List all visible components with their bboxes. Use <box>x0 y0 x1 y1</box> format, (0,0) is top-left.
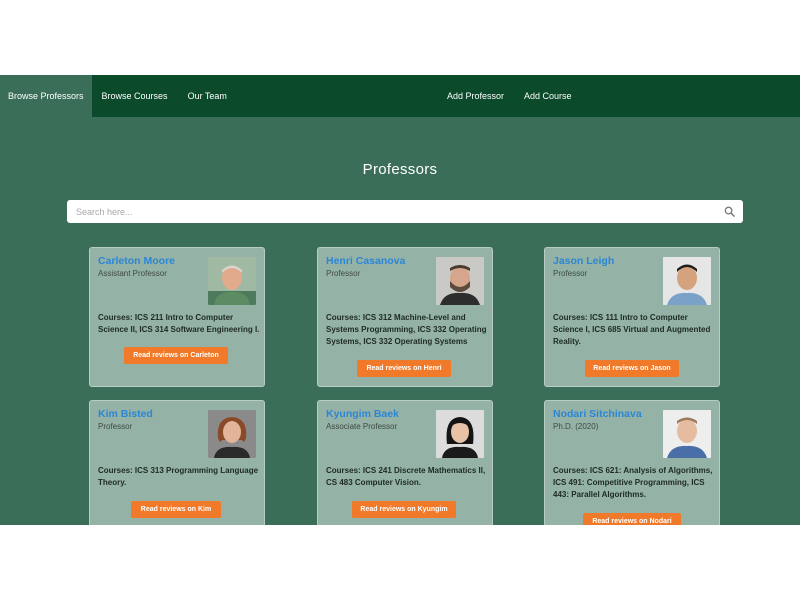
nav-browse-professors[interactable]: Browse Professors <box>0 75 92 117</box>
professor-courses: Courses: ICS 313 Programming Language Th… <box>98 466 259 487</box>
nav-right-group: Add Professor Add Course <box>437 75 582 117</box>
professor-title: Associate Professor <box>326 422 398 431</box>
nav-browse-courses[interactable]: Browse Courses <box>92 75 178 117</box>
read-reviews-button[interactable]: Read reviews on Jason <box>585 360 679 377</box>
professor-courses: Courses: ICS 621: Analysis of Algorithms… <box>553 466 713 499</box>
professor-card: Carleton Moore Assistant Professor Cours… <box>89 247 265 387</box>
read-reviews-button[interactable]: Read reviews on Kyungim <box>352 501 456 518</box>
professor-card: Jason Leigh Professor Courses: ICS 111 I… <box>544 247 720 387</box>
professor-avatar <box>436 410 484 458</box>
professor-card: Henri Casanova Professor Courses: ICS 31… <box>317 247 493 387</box>
professor-title: Professor <box>98 422 133 431</box>
professor-avatar <box>436 257 484 305</box>
page-title: Professors <box>362 161 438 178</box>
professor-avatar <box>663 410 711 458</box>
professor-courses: Courses: ICS 111 Intro to Computer Scien… <box>553 313 711 346</box>
professor-name-link[interactable]: Nodari Sitchinava <box>553 408 642 420</box>
professor-title: Professor <box>326 269 361 278</box>
top-navbar: Browse Professors Browse Courses Our Tea… <box>0 75 800 117</box>
professor-title: Assistant Professor <box>98 269 167 278</box>
professor-name-link[interactable]: Kim Bisted <box>98 408 153 420</box>
search-bar <box>67 200 743 223</box>
professor-avatar <box>208 410 256 458</box>
read-reviews-button[interactable]: Read reviews on Henri <box>357 360 451 377</box>
professor-courses: Courses: ICS 211 Intro to Computer Scien… <box>98 313 260 334</box>
search-icon[interactable] <box>724 206 735 217</box>
nav-add-professor[interactable]: Add Professor <box>437 75 514 117</box>
professor-avatar <box>663 257 711 305</box>
read-reviews-button[interactable]: Read reviews on Kim <box>131 501 221 518</box>
professor-card: Nodari Sitchinava Ph.D. (2020) Courses: … <box>544 400 720 525</box>
professor-name-link[interactable]: Kyungim Baek <box>326 408 399 420</box>
professor-name-link[interactable]: Carleton Moore <box>98 255 175 267</box>
professor-avatar <box>208 257 256 305</box>
professor-title: Professor <box>553 269 588 278</box>
search-input[interactable] <box>67 200 707 223</box>
professor-courses: Courses: ICS 241 Discrete Mathematics II… <box>326 466 486 487</box>
professor-card: Kim Bisted Professor Courses: ICS 313 Pr… <box>89 400 265 525</box>
read-reviews-button[interactable]: Read reviews on Nodari <box>583 513 681 525</box>
read-reviews-button[interactable]: Read reviews on Carleton <box>124 347 228 364</box>
nav-our-team[interactable]: Our Team <box>178 75 237 117</box>
nav-add-course[interactable]: Add Course <box>514 75 582 117</box>
professor-name-link[interactable]: Jason Leigh <box>553 255 614 267</box>
professor-card: Kyungim Baek Associate Professor Courses… <box>317 400 493 525</box>
professor-courses: Courses: ICS 312 Machine-Level and Syste… <box>326 313 487 346</box>
app-frame: Browse Professors Browse Courses Our Tea… <box>0 75 800 525</box>
professor-title: Ph.D. (2020) <box>553 422 599 431</box>
professor-name-link[interactable]: Henri Casanova <box>326 255 405 267</box>
